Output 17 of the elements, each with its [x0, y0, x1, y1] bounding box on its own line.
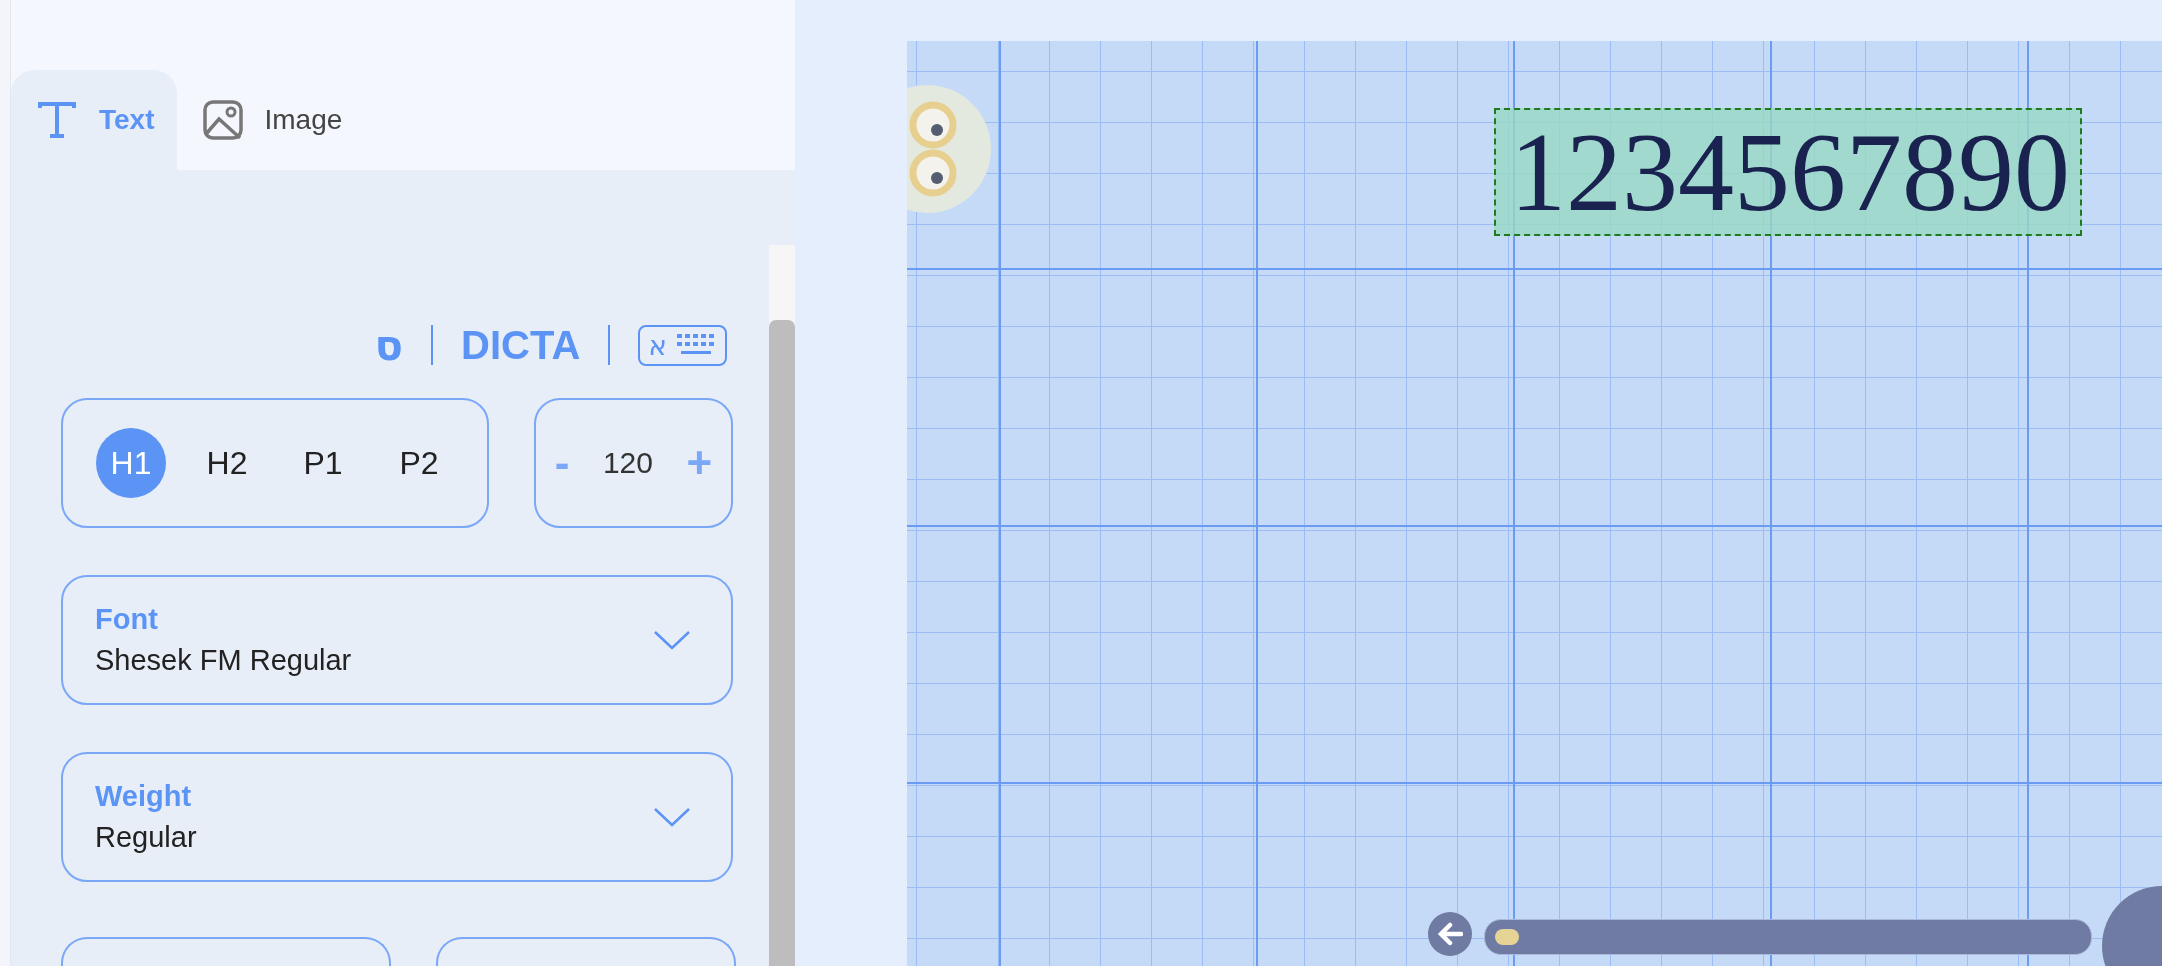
slider-handle[interactable]	[1495, 929, 1519, 945]
chevron-down-icon	[653, 806, 691, 828]
tab[interactable]: Image	[176, 70, 365, 170]
dropdown-field[interactable]: Font Shesek FM Regular	[61, 575, 733, 705]
chevron-down-icon	[653, 629, 691, 651]
size-value: 120	[602, 446, 653, 480]
arrow-left-icon	[1437, 922, 1463, 946]
canvas-text[interactable]: 1234567890	[1494, 108, 2082, 236]
dropdown-field[interactable]: Weight Regular	[61, 752, 733, 882]
style-option[interactable]: H2	[192, 428, 262, 498]
image-icon	[202, 100, 243, 140]
back-button[interactable]	[1428, 912, 1472, 956]
text-icon	[37, 100, 77, 140]
style-option[interactable]: P1	[288, 428, 358, 498]
eyes-icon[interactable]	[907, 85, 991, 213]
style-option[interactable]: P2	[384, 428, 454, 498]
timeline-slider[interactable]	[1484, 919, 2092, 955]
